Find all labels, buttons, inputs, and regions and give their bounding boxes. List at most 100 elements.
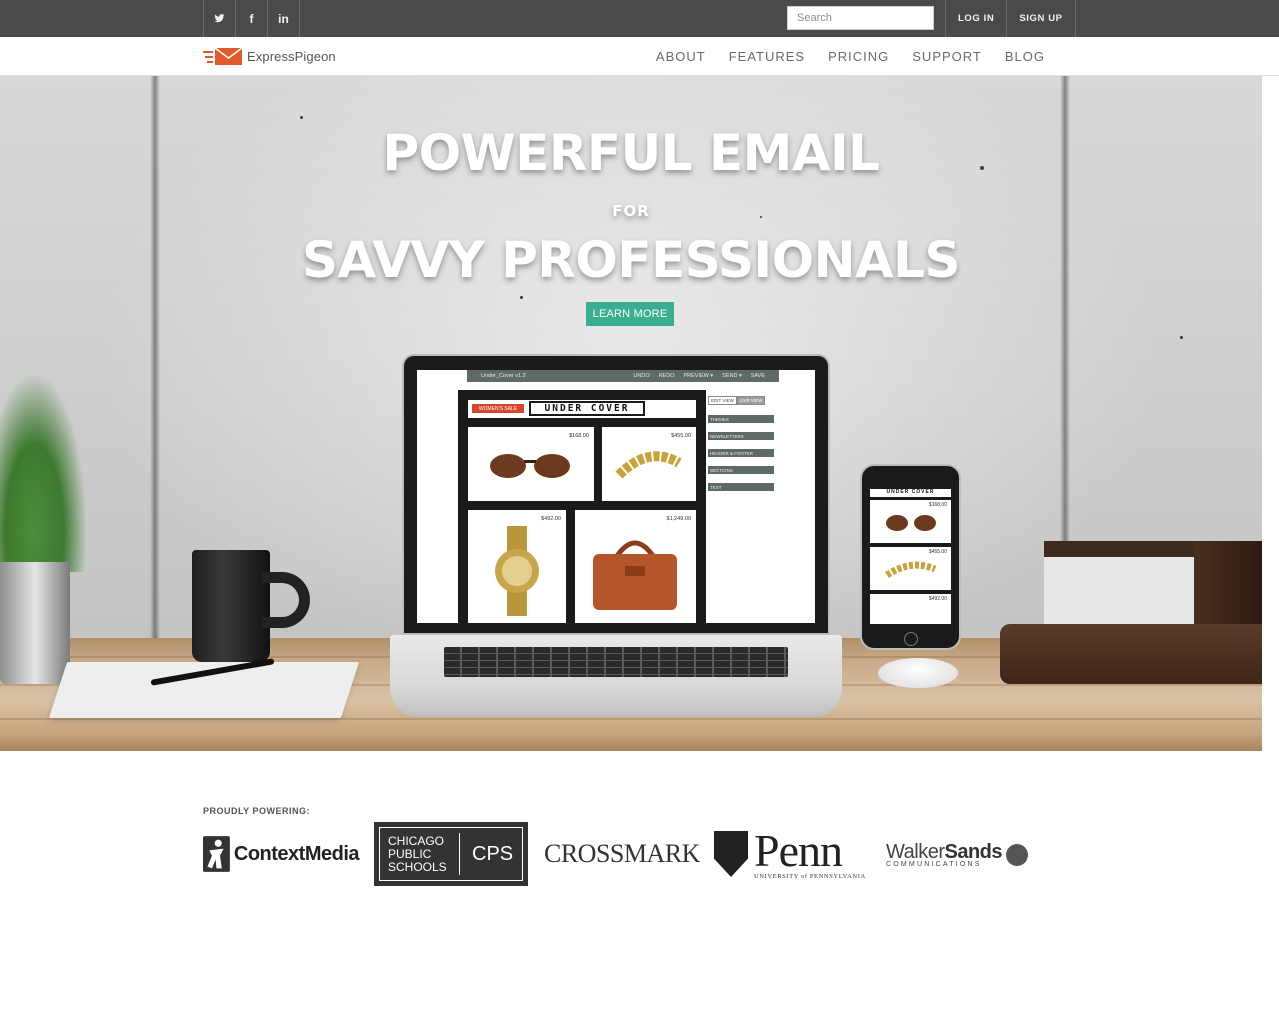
hero-headline: POWERFUL EMAIL [382, 124, 880, 182]
facebook-link[interactable]: f [236, 0, 268, 37]
product-price: $492.00 [541, 516, 561, 522]
phone-product-tile: $492.00 [870, 594, 951, 624]
product-price: $1,249.00 [666, 516, 691, 522]
crossmark-logo: CROSSMARK [544, 839, 700, 868]
tab-live-view: LIVE VIEW [736, 396, 766, 405]
cps-logo: CHICAGO PUBLIC SCHOOLS CPS [374, 822, 528, 886]
mug-handle-image [262, 572, 310, 628]
signup-button[interactable]: SIGN UP [1007, 0, 1076, 37]
walkersands-name-b: Sands [944, 840, 1003, 863]
nav-blog[interactable]: BLOG [1005, 49, 1045, 64]
contextmedia-logo: ContextMedia [203, 822, 360, 886]
laptop-base-image [390, 635, 842, 717]
phone-image: UNDER COVER $168.00 $455.00 $492.00 [860, 464, 961, 650]
phone-product-tile: $168.00 [870, 500, 951, 543]
nav-pricing[interactable]: PRICING [828, 49, 889, 64]
phone-product-price: $168.00 [928, 502, 947, 508]
plant-image [0, 376, 86, 572]
login-button[interactable]: LOG IN [946, 0, 1008, 37]
bracelet-icon [615, 451, 682, 479]
phone-product-price: $455.00 [928, 549, 947, 555]
undo-label: UNDO [633, 373, 650, 379]
send-label: SEND ▾ [722, 373, 742, 379]
tool-text: TEXT [708, 483, 774, 491]
product-tile: $168.00 [468, 427, 594, 501]
phone-product-tile: $455.00 [870, 547, 951, 590]
phone-home-button [904, 632, 918, 646]
product-tile: $1,249.00 [575, 510, 696, 623]
wall-speck [520, 296, 523, 299]
social-links: f in [203, 0, 300, 37]
hero-connector: FOR [612, 202, 650, 220]
phone-screen: UNDER COVER $168.00 $455.00 $492.00 [867, 486, 954, 626]
tool-newsletters: NEWSLETTERS [708, 432, 774, 440]
sunglasses-icon [490, 454, 570, 478]
product-tile: $492.00 [468, 510, 566, 623]
twitter-icon [214, 14, 225, 23]
bracelet-icon [885, 561, 937, 578]
brand-title: UNDER COVER [529, 401, 645, 416]
learn-more-button[interactable]: LEARN MORE [586, 302, 674, 326]
keyboard-image [444, 647, 788, 677]
watch-icon [495, 526, 539, 616]
nav-features[interactable]: FEATURES [729, 49, 805, 64]
tab-edit-view: EDIT VIEW [708, 396, 737, 405]
coffee-mug-image [192, 550, 270, 662]
preview-label: PREVIEW ▾ [683, 373, 714, 379]
product-price: $455.00 [671, 433, 691, 439]
penn-shield-icon [714, 831, 748, 877]
facebook-icon: f [249, 11, 254, 26]
walkersands-wordmark: WalkerSands COMMUNICATIONS [886, 840, 1003, 868]
penn-logo: Penn UNIVERSITY of PENNSYLVANIA [714, 822, 872, 886]
clients-label: PROUDLY POWERING: [203, 806, 311, 816]
wall-speck [300, 116, 303, 119]
product-price: $168.00 [569, 433, 589, 439]
product-tile: $455.00 [602, 427, 696, 501]
logo-link[interactable]: ExpressPigeon [203, 48, 336, 65]
doc-title: Under_Cover v1.2 [481, 373, 526, 379]
logo-text: ExpressPigeon [247, 49, 336, 64]
walkersands-mark-icon [1006, 844, 1029, 866]
cps-abbr: CPS [472, 842, 514, 865]
laptop-screen: Under_Cover v1.2 UNDO REDO PREVIEW ▾ SEN… [417, 370, 815, 623]
email-canvas: WOMEN'S SALE UNDER COVER $168.00 $455.00 [458, 390, 706, 623]
walkersands-name-a: Walker [886, 840, 945, 863]
search-input[interactable] [787, 6, 934, 30]
linkedin-icon: in [278, 11, 289, 26]
handbag-icon [593, 540, 677, 610]
twitter-link[interactable] [204, 0, 236, 37]
contextmedia-person-icon [203, 836, 230, 872]
main-navbar: ExpressPigeon ABOUT FEATURES PRICING SUP… [0, 37, 1279, 76]
tool-themes: THEMES [708, 415, 774, 423]
envelope-logo-icon [203, 48, 242, 65]
auth-links: LOG IN SIGN UP [945, 0, 1076, 37]
sunglasses-icon [886, 515, 936, 531]
tool-header-footer: HEADER & FOOTER [708, 449, 774, 457]
cps-frame: CHICAGO PUBLIC SCHOOLS CPS [379, 827, 523, 881]
cps-name: CHICAGO PUBLIC SCHOOLS [380, 833, 460, 875]
wood-grain [0, 718, 1262, 720]
hero-subheadline: SAVVY PROFESSIONALS [301, 231, 961, 289]
save-label: SAVE [750, 373, 765, 379]
walkersands-subtitle: COMMUNICATIONS [886, 860, 982, 868]
primary-nav: ABOUT FEATURES PRICING SUPPORT BLOG [656, 37, 1045, 76]
plant-pot-image [0, 562, 70, 684]
nav-about[interactable]: ABOUT [656, 49, 706, 64]
phone-product-price: $492.00 [928, 596, 947, 602]
nav-support[interactable]: SUPPORT [912, 49, 982, 64]
sale-badge: WOMEN'S SALE [472, 404, 524, 413]
walkersands-logo: WalkerSands COMMUNICATIONS [886, 822, 1042, 886]
hero-banner: Under_Cover v1.2 UNDO REDO PREVIEW ▾ SEN… [0, 76, 1262, 751]
view-tabs: EDIT VIEW LIVE VIEW [708, 396, 774, 405]
book-image [1000, 624, 1262, 684]
laptop-image: Under_Cover v1.2 UNDO REDO PREVIEW ▾ SEN… [402, 354, 830, 635]
mouse-image [878, 658, 958, 688]
tool-sections: SECTIONS [708, 466, 774, 474]
linkedin-link[interactable]: in [268, 0, 300, 37]
wall-speck [1180, 336, 1183, 339]
penn-wordmark: Penn UNIVERSITY of PENNSYLVANIA [754, 827, 866, 880]
client-logos: ContextMedia CHICAGO PUBLIC SCHOOLS CPS … [203, 822, 1043, 886]
contextmedia-text: ContextMedia [233, 842, 360, 865]
top-bar: f in LOG IN SIGN UP [0, 0, 1279, 37]
editor-toolbar: Under_Cover v1.2 UNDO REDO PREVIEW ▾ SEN… [467, 370, 779, 382]
